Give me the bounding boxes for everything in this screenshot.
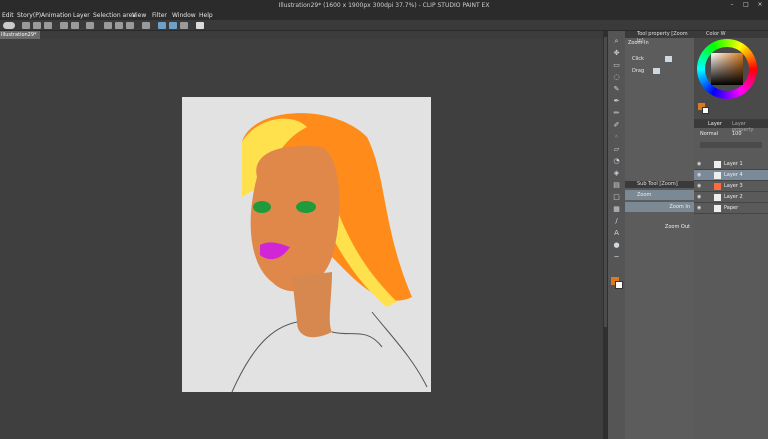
menu-edit[interactable]: Edit	[2, 12, 14, 19]
ruler-icon[interactable]	[158, 22, 166, 29]
pencil-tool-icon[interactable]: ✏	[612, 109, 621, 117]
layer-row-selected[interactable]: ◉ Layer 4	[694, 170, 768, 181]
clear-icon[interactable]	[86, 22, 94, 29]
layer-name: Layer 2	[724, 194, 743, 200]
deselect-icon[interactable]	[115, 22, 123, 29]
menu-filter[interactable]: Filter	[152, 12, 167, 19]
grid-icon[interactable]	[169, 22, 177, 29]
tool-palette: ⌕ ✥ ▭ ◌ ✎ ✒ ✏ ✐ ◦ ▱ ◔ ◈ ▤ □ ▦ / A ● ~	[608, 31, 625, 439]
menu-animation[interactable]: Animation	[41, 12, 72, 19]
layer-row[interactable]: ◉ Paper	[694, 203, 768, 214]
document-tab-label: Illustration29*	[1, 32, 37, 38]
layer-name: Layer 4	[724, 172, 743, 178]
scroll-thumb[interactable]	[604, 37, 607, 327]
undo-icon[interactable]	[60, 22, 68, 29]
eye-icon[interactable]: ◉	[697, 205, 703, 211]
airbrush-tool-icon[interactable]: ◦	[612, 133, 621, 141]
text-tool-icon[interactable]: A	[612, 229, 621, 237]
drag-toggle[interactable]	[653, 68, 660, 74]
sub-tool-zoom-in[interactable]: Zoom In	[625, 202, 694, 212]
new-icon[interactable]	[22, 22, 30, 29]
saturation-value-square[interactable]	[711, 53, 743, 85]
color-sub-swatch[interactable]	[702, 107, 709, 114]
maximize-button[interactable]: □	[742, 1, 750, 9]
ruler-tool-icon[interactable]: /	[612, 217, 621, 225]
balloon-tool-icon[interactable]: ●	[612, 241, 621, 249]
layer-thumbnail	[714, 205, 721, 212]
window-title: Illustration29* (1600 x 1900px 300dpi 37…	[278, 2, 490, 9]
sub-color-swatch[interactable]	[615, 281, 623, 289]
sub-tool-zoom-out[interactable]: Zoom Out	[625, 222, 694, 232]
menu-window[interactable]: Window	[172, 12, 196, 19]
eye-icon[interactable]: ◉	[697, 161, 703, 167]
menu-bar: Edit Story(P) Animation Layer Selection …	[0, 11, 768, 20]
fill-tool-icon[interactable]: ◈	[612, 169, 621, 177]
menu-story[interactable]: Story(P)	[17, 12, 41, 19]
eyedropper-tool-icon[interactable]: ✎	[612, 85, 621, 93]
eraser-tool-icon[interactable]: ▱	[612, 145, 621, 153]
blend-tool-icon[interactable]: ◔	[612, 157, 621, 165]
layer-thumbnail	[714, 172, 721, 179]
sub-tool-panel: Tool property [Zoom In] Zoom In Click Dr…	[625, 31, 694, 439]
zoom-tool-icon[interactable]: ⌕	[612, 37, 621, 45]
redo-icon[interactable]	[71, 22, 79, 29]
eye-icon[interactable]	[3, 22, 15, 29]
layer-tab[interactable]: Layer	[708, 121, 722, 127]
close-button[interactable]: ×	[756, 1, 764, 9]
correction-tool-icon[interactable]: ~	[612, 253, 621, 261]
menu-layer[interactable]: Layer	[73, 12, 90, 19]
click-toggle[interactable]	[665, 56, 672, 62]
tool-property-title: Zoom In	[628, 40, 649, 46]
color-wheel[interactable]	[697, 39, 757, 99]
layer-thumbnail	[714, 194, 721, 201]
sub-tool-zoom[interactable]: Zoom	[625, 190, 694, 200]
brush-tool-icon[interactable]: ✐	[612, 121, 621, 129]
eye-icon[interactable]: ◉	[697, 183, 703, 189]
blend-mode-select[interactable]: Normal	[700, 131, 718, 137]
gradient-tool-icon[interactable]: ▤	[612, 181, 621, 189]
figure-tool-icon[interactable]: □	[612, 193, 621, 201]
opacity-field[interactable]: 100	[732, 131, 742, 137]
drag-label: Drag	[632, 68, 645, 74]
eye-icon[interactable]: ◉	[697, 172, 703, 178]
pen-tool-icon[interactable]: ✒	[612, 97, 621, 105]
layer-thumbnail	[714, 183, 721, 190]
layer-row[interactable]: ◉ Layer 1	[694, 159, 768, 170]
click-label: Click	[632, 56, 644, 62]
layer-panel: Layer Layer property Normal 100 ◉ Layer 1…	[694, 120, 768, 439]
layer-thumbnail	[714, 161, 721, 168]
layer-row[interactable]: ◉ Layer 2	[694, 192, 768, 203]
color-panel-header: Color W	[694, 31, 768, 38]
invert-icon[interactable]	[126, 22, 134, 29]
layer-command-bar	[700, 142, 762, 148]
transform-icon[interactable]	[104, 22, 112, 29]
move-tool-icon[interactable]: ✥	[612, 49, 621, 57]
title-bar: Illustration29* (1600 x 1900px 300dpi 37…	[0, 0, 768, 11]
minimize-button[interactable]: –	[728, 1, 736, 9]
frame-tool-icon[interactable]: ▦	[612, 205, 621, 213]
help-icon[interactable]	[196, 22, 204, 29]
sub-tool-header: Sub Tool [Zoom]	[625, 181, 694, 188]
illustration	[231, 113, 428, 393]
menu-view[interactable]: View	[132, 12, 146, 19]
layer-name: Layer 1	[724, 161, 743, 167]
command-bar	[0, 20, 768, 31]
layer-name: Layer 3	[724, 183, 743, 189]
select-tool-icon[interactable]: ▭	[612, 61, 621, 69]
layer-row[interactable]: ◉ Layer 3	[694, 181, 768, 192]
menu-selection-area[interactable]: Selection area	[93, 12, 136, 19]
menu-help[interactable]: Help	[199, 12, 213, 19]
color-wheel-panel: Color W	[694, 31, 768, 119]
lasso-tool-icon[interactable]: ◌	[612, 73, 621, 81]
document-tab[interactable]: Illustration29*	[0, 31, 40, 39]
open-icon[interactable]	[33, 22, 41, 29]
perspective-icon[interactable]	[180, 22, 188, 29]
tool-property-header: Tool property [Zoom In]	[625, 31, 694, 44]
save-icon[interactable]	[44, 22, 52, 29]
drawing-canvas[interactable]	[182, 97, 431, 393]
snap-icon[interactable]	[142, 22, 150, 29]
layer-name: Paper	[724, 205, 739, 211]
eye-icon[interactable]: ◉	[697, 194, 703, 200]
